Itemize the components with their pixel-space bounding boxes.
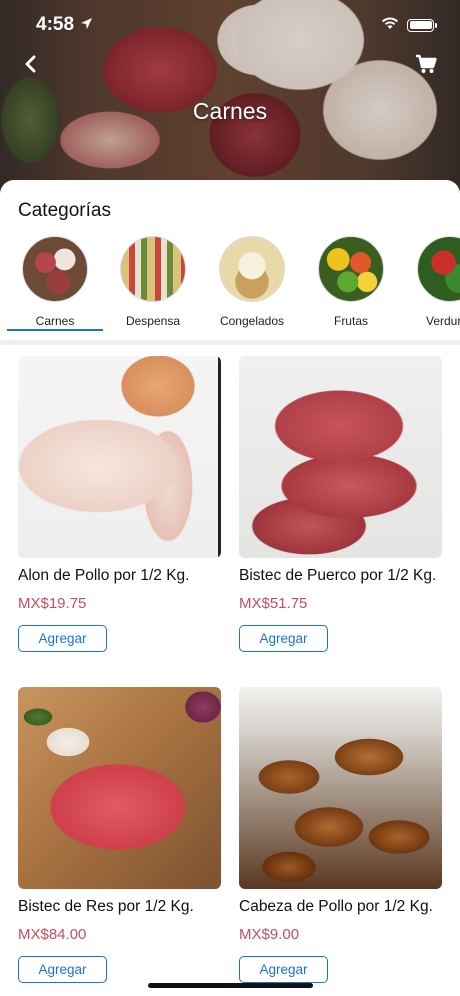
product-card[interactable]: Cabeza de Pollo por 1/2 Kg. MX$9.00 Agre… (239, 687, 442, 983)
cart-icon (416, 54, 437, 73)
status-bar: 4:58 (0, 0, 460, 50)
category-image-carnes (22, 236, 88, 302)
category-image-verduras (417, 236, 460, 302)
product-name: Alon de Pollo por 1/2 Kg. (18, 567, 190, 584)
product-image[interactable] (18, 356, 221, 558)
add-to-cart-button[interactable]: Agregar (239, 956, 328, 983)
selected-category-indicator (7, 329, 103, 331)
category-label: Carnes (35, 314, 75, 328)
status-left: 4:58 (36, 14, 93, 36)
product-price: MX$51.75 (239, 595, 308, 612)
category-label: Frutas (333, 314, 368, 328)
category-item-carnes[interactable]: Carnes (7, 236, 103, 328)
product-image[interactable] (239, 687, 442, 889)
product-image[interactable] (239, 356, 442, 558)
home-indicator (148, 983, 313, 988)
categories-heading: Categorías (18, 200, 111, 221)
category-item-congelados[interactable]: Congelados (204, 236, 300, 328)
product-name: Cabeza de Pollo por 1/2 Kg. (239, 898, 433, 915)
category-item-frutas[interactable]: Frutas (303, 236, 399, 328)
category-label: Congelados (219, 314, 285, 328)
back-button[interactable] (16, 50, 44, 78)
category-image-frutas (318, 236, 384, 302)
product-price: MX$9.00 (239, 926, 300, 943)
category-label: Despensa (125, 314, 181, 328)
product-name: Bistec de Puerco por 1/2 Kg. (239, 567, 437, 584)
product-card[interactable]: Bistec de Puerco por 1/2 Kg. MX$51.75 Ag… (239, 356, 442, 652)
product-card[interactable]: Bistec de Res por 1/2 Kg. MX$84.00 Agreg… (18, 687, 221, 983)
cart-button[interactable] (412, 50, 440, 78)
wifi-icon (381, 14, 399, 36)
add-to-cart-button[interactable]: Agregar (18, 625, 107, 652)
location-arrow-icon (80, 14, 93, 36)
category-label: Verduras (425, 314, 460, 328)
product-price: MX$19.75 (18, 595, 87, 612)
add-to-cart-button[interactable]: Agregar (18, 956, 107, 983)
category-image-congelados (219, 236, 285, 302)
category-item-despensa[interactable]: Despensa (105, 236, 201, 328)
add-to-cart-button[interactable]: Agregar (239, 625, 328, 652)
category-carousel[interactable]: Carnes Despensa Congelados Frutas Verdur… (0, 236, 460, 336)
battery-icon (407, 18, 437, 32)
category-item-verduras[interactable]: Verduras (402, 236, 460, 328)
chevron-left-icon (25, 55, 36, 73)
status-time: 4:58 (36, 14, 75, 35)
status-right (381, 14, 437, 36)
category-image-despensa (120, 236, 186, 302)
section-divider (0, 340, 460, 345)
product-image[interactable] (18, 687, 221, 889)
product-card[interactable]: Alon de Pollo por 1/2 Kg. MX$19.75 Agreg… (18, 356, 221, 652)
page-title: Carnes (192, 98, 268, 124)
product-name: Bistec de Res por 1/2 Kg. (18, 898, 194, 915)
product-price: MX$84.00 (18, 926, 87, 943)
